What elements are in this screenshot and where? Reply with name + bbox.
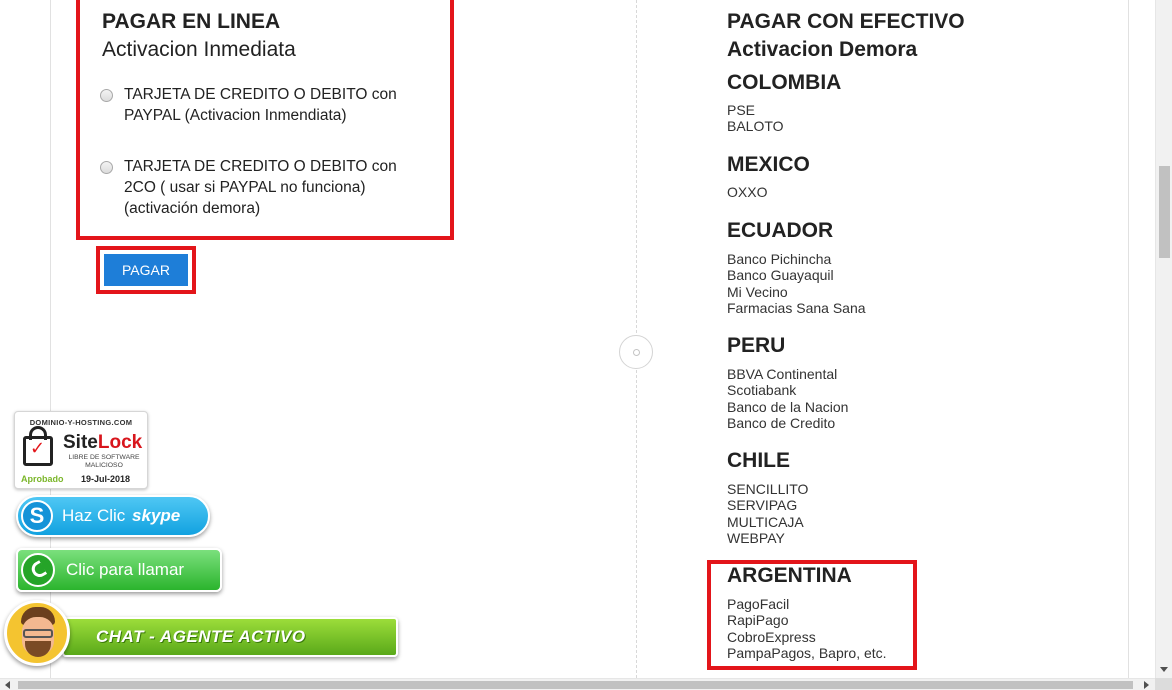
method-item: WEBPAY <box>727 529 785 546</box>
avatar-beard <box>25 641 51 657</box>
sitelock-logo: SiteLock <box>63 432 142 454</box>
vertical-scroll-thumb[interactable] <box>1159 166 1170 258</box>
country-ecuador: ECUADOR <box>727 219 834 242</box>
sitelock-brand-lock: Lock <box>97 432 143 453</box>
skype-brand: skype <box>132 506 181 525</box>
method-item: CobroExpress <box>727 628 816 645</box>
country-argentina: ARGENTINA <box>727 564 852 587</box>
country-peru: PERU <box>727 334 786 357</box>
method-item: Banco Pichincha <box>727 251 832 267</box>
divider-circle <box>619 335 653 369</box>
whatsapp-label: Clic para llamar <box>66 560 185 579</box>
methods-chile: SENCILLITO SERVIPAG MULTICAJA WEBPAY <box>727 481 808 546</box>
sitelock-approved: Aprobado <box>21 474 64 484</box>
divider-dot <box>633 349 640 356</box>
methods-argentina: PagoFacil RapiPago CobroExpress PampaPag… <box>727 596 887 661</box>
method-item: SENCILLITO <box>727 481 809 497</box>
sitelock-brand-site: Site <box>63 432 98 453</box>
chat-agent-button[interactable]: CHAT - AGENTE ACTIVO <box>62 617 398 657</box>
pay-button-highlight: PAGAR <box>96 246 196 294</box>
country-mexico: MEXICO <box>727 153 810 176</box>
sitelock-date: 19-Jul-2018 <box>81 474 131 484</box>
method-item: Banco de Credito <box>727 414 836 431</box>
methods-colombia: PSE BALOTO <box>727 102 784 135</box>
paypal-radio[interactable] <box>100 89 113 102</box>
method-item: Banco de la Nacion <box>727 398 849 415</box>
cash-payment-title: PAGAR CON EFECTIVO <box>727 10 965 33</box>
skype-label-text: Haz Clic <box>62 506 126 525</box>
avatar-glasses <box>23 629 53 638</box>
pay-button[interactable]: PAGAR <box>104 254 188 286</box>
method-item: Mi Vecino <box>727 283 788 300</box>
method-item: MULTICAJA <box>727 513 804 530</box>
payment-page: PAGAR EN LINEA Activacion Inmediata TARJ… <box>0 0 1172 690</box>
method-item: RapiPago <box>727 612 789 629</box>
method-item: Farmacias Sana Sana <box>727 299 866 316</box>
phone-icon <box>28 560 48 580</box>
method-item: OXXO <box>727 184 768 200</box>
scrollbar-corner <box>1155 678 1172 690</box>
method-item: SERVIPAG <box>727 497 798 514</box>
horizontal-scrollbar[interactable] <box>0 678 1155 690</box>
method-item: BALOTO <box>727 118 784 135</box>
online-payment-subtitle: Activacion Inmediata <box>102 38 296 61</box>
method-item: PSE <box>727 102 756 118</box>
whatsapp-icon <box>21 553 55 587</box>
vertical-scrollbar[interactable] <box>1155 0 1172 678</box>
2co-option-label: TARJETA DE CREDITO O DEBITO con 2CO ( us… <box>124 158 397 217</box>
scroll-down-arrow-icon[interactable] <box>1160 667 1168 672</box>
skype-icon: S <box>21 500 53 532</box>
right-column-border <box>1128 0 1129 678</box>
chat-label: CHAT - AGENTE ACTIVO <box>96 627 306 646</box>
option-2co[interactable]: TARJETA DE CREDITO O DEBITO con 2CO ( us… <box>100 156 424 219</box>
methods-peru: BBVA Continental Scotiabank Banco de la … <box>727 366 848 431</box>
method-item: PampaPagos, Bapro, etc. <box>727 644 887 661</box>
country-colombia: COLOMBIA <box>727 71 842 94</box>
option-paypal[interactable]: TARJETA DE CREDITO O DEBITO con PAYPAL (… <box>100 84 424 126</box>
check-icon: ✓ <box>30 438 46 458</box>
scroll-left-arrow-icon[interactable] <box>5 681 10 689</box>
scroll-right-arrow-icon[interactable] <box>1144 681 1149 689</box>
country-chile: CHILE <box>727 449 790 472</box>
online-payment-title: PAGAR EN LINEA <box>102 10 281 33</box>
skype-label: Haz Clic skype <box>62 506 180 526</box>
method-item: PagoFacil <box>727 596 790 612</box>
whatsapp-call-button[interactable]: Clic para llamar <box>16 548 222 592</box>
cash-payment-subtitle: Activacion Demora <box>727 38 918 61</box>
methods-ecuador: Banco Pichincha Banco Guayaquil Mi Vecin… <box>727 251 866 316</box>
method-item: Scotiabank <box>727 382 797 399</box>
methods-mexico: OXXO <box>727 184 767 200</box>
skype-call-button[interactable]: S Haz Clic skype <box>16 495 210 537</box>
sitelock-badge[interactable]: DOMINIO-Y-HOSTING.COM ✓ SiteLock LIBRE D… <box>14 411 148 489</box>
sitelock-tagline: LIBRE DE SOFTWARE MALICIOSO <box>68 454 140 469</box>
paypal-option-label: TARJETA DE CREDITO O DEBITO con PAYPAL (… <box>124 86 397 124</box>
agent-avatar[interactable] <box>4 600 70 666</box>
method-item: BBVA Continental <box>727 366 838 382</box>
horizontal-scroll-thumb[interactable] <box>18 681 1133 689</box>
method-item: Banco Guayaquil <box>727 267 834 284</box>
2co-radio[interactable] <box>100 161 113 174</box>
